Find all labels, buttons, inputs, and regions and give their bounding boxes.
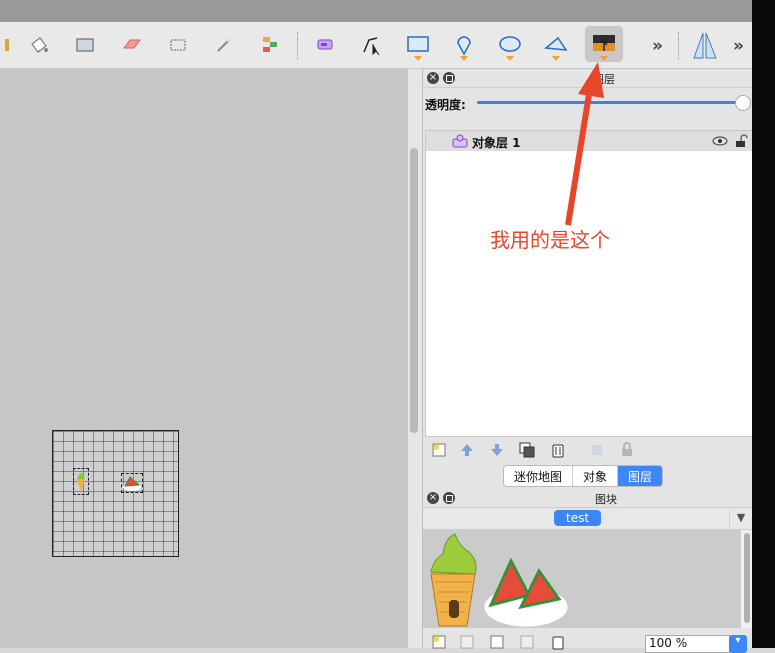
insert-rectangle-icon[interactable] (401, 28, 435, 62)
close-icon[interactable]: × (427, 72, 439, 84)
show-hide-icon[interactable] (589, 442, 605, 458)
lock-icon[interactable] (619, 442, 635, 458)
chevron-down-icon[interactable]: ▾ (729, 635, 747, 653)
icecream-tile[interactable] (423, 530, 483, 628)
eye-icon[interactable] (712, 135, 728, 147)
background-window-edge (752, 0, 775, 648)
dock-tab-bar: 迷你地图 对象 图层 (503, 465, 664, 487)
canvas-scroll-thumb[interactable] (410, 148, 418, 433)
toolbar-overflow-icon[interactable]: » (652, 36, 663, 56)
map-canvas[interactable] (0, 69, 408, 648)
flip-horizontal-icon[interactable] (688, 28, 722, 62)
magic-wand-icon[interactable] (207, 28, 241, 62)
annotation-arrow-icon (565, 62, 604, 226)
edit-polygons-icon[interactable] (355, 28, 389, 62)
rect-select-icon[interactable] (161, 28, 195, 62)
tileset-scroll-thumb[interactable] (744, 533, 750, 623)
move-up-icon[interactable] (459, 442, 475, 458)
insert-ellipse-icon[interactable] (493, 28, 527, 62)
close-icon[interactable]: × (427, 492, 439, 504)
select-objects-icon[interactable] (309, 28, 343, 62)
toolbar-separator-2 (678, 32, 680, 60)
select-same-tile-icon[interactable] (253, 28, 287, 62)
tileset-tab-test[interactable]: test (554, 510, 602, 526)
opacity-slider[interactable] (477, 101, 745, 104)
eraser-icon[interactable] (114, 28, 148, 62)
bucket-fill-icon[interactable] (22, 28, 56, 62)
stamp-brush-icon[interactable] (0, 28, 22, 62)
tile-map[interactable] (52, 430, 179, 557)
shape-fill-icon[interactable] (68, 28, 102, 62)
toolbar: » » (0, 22, 752, 69)
tileset-tab-row: test ▼ (423, 509, 753, 530)
insert-point-icon[interactable] (447, 28, 481, 62)
tileset-panel-header: × 图块 (423, 489, 753, 508)
watermelon-tile[interactable] (481, 555, 571, 630)
unlocked-icon[interactable] (734, 134, 748, 148)
tab-layers[interactable]: 图层 (618, 466, 663, 486)
insert-tile-icon[interactable] (585, 26, 623, 62)
tileset-panel-title: 图块 (595, 493, 617, 506)
window-title-strip (0, 0, 752, 22)
opacity-label: 透明度: (425, 98, 466, 112)
toolbar-separator (297, 32, 299, 60)
layer-toolbar (423, 437, 753, 463)
duplicate-layer-icon[interactable] (519, 442, 535, 458)
placed-icecream-object[interactable] (73, 468, 89, 495)
move-down-icon[interactable] (489, 442, 505, 458)
toolbar-overflow-icon-2[interactable]: » (733, 36, 744, 56)
object-layer-icon (452, 134, 468, 148)
insert-polygon-icon[interactable] (539, 28, 573, 62)
float-icon[interactable] (443, 72, 455, 84)
float-icon[interactable] (443, 492, 455, 504)
tab-objects[interactable]: 对象 (573, 466, 619, 486)
tileset-view[interactable] (423, 530, 741, 628)
opacity-slider-handle[interactable] (735, 95, 751, 111)
new-layer-icon[interactable] (431, 442, 447, 458)
annotation-text: 我用的是这个 (490, 228, 610, 252)
layer-name: 对象层 1 (472, 136, 521, 150)
tileset-dropdown-icon[interactable]: ▼ (729, 511, 752, 527)
delete-layer-icon[interactable] (550, 442, 566, 458)
zoom-input[interactable]: 100 % (645, 635, 730, 653)
placed-watermelon-object[interactable] (121, 473, 143, 493)
tab-minimap[interactable]: 迷你地图 (504, 466, 574, 486)
